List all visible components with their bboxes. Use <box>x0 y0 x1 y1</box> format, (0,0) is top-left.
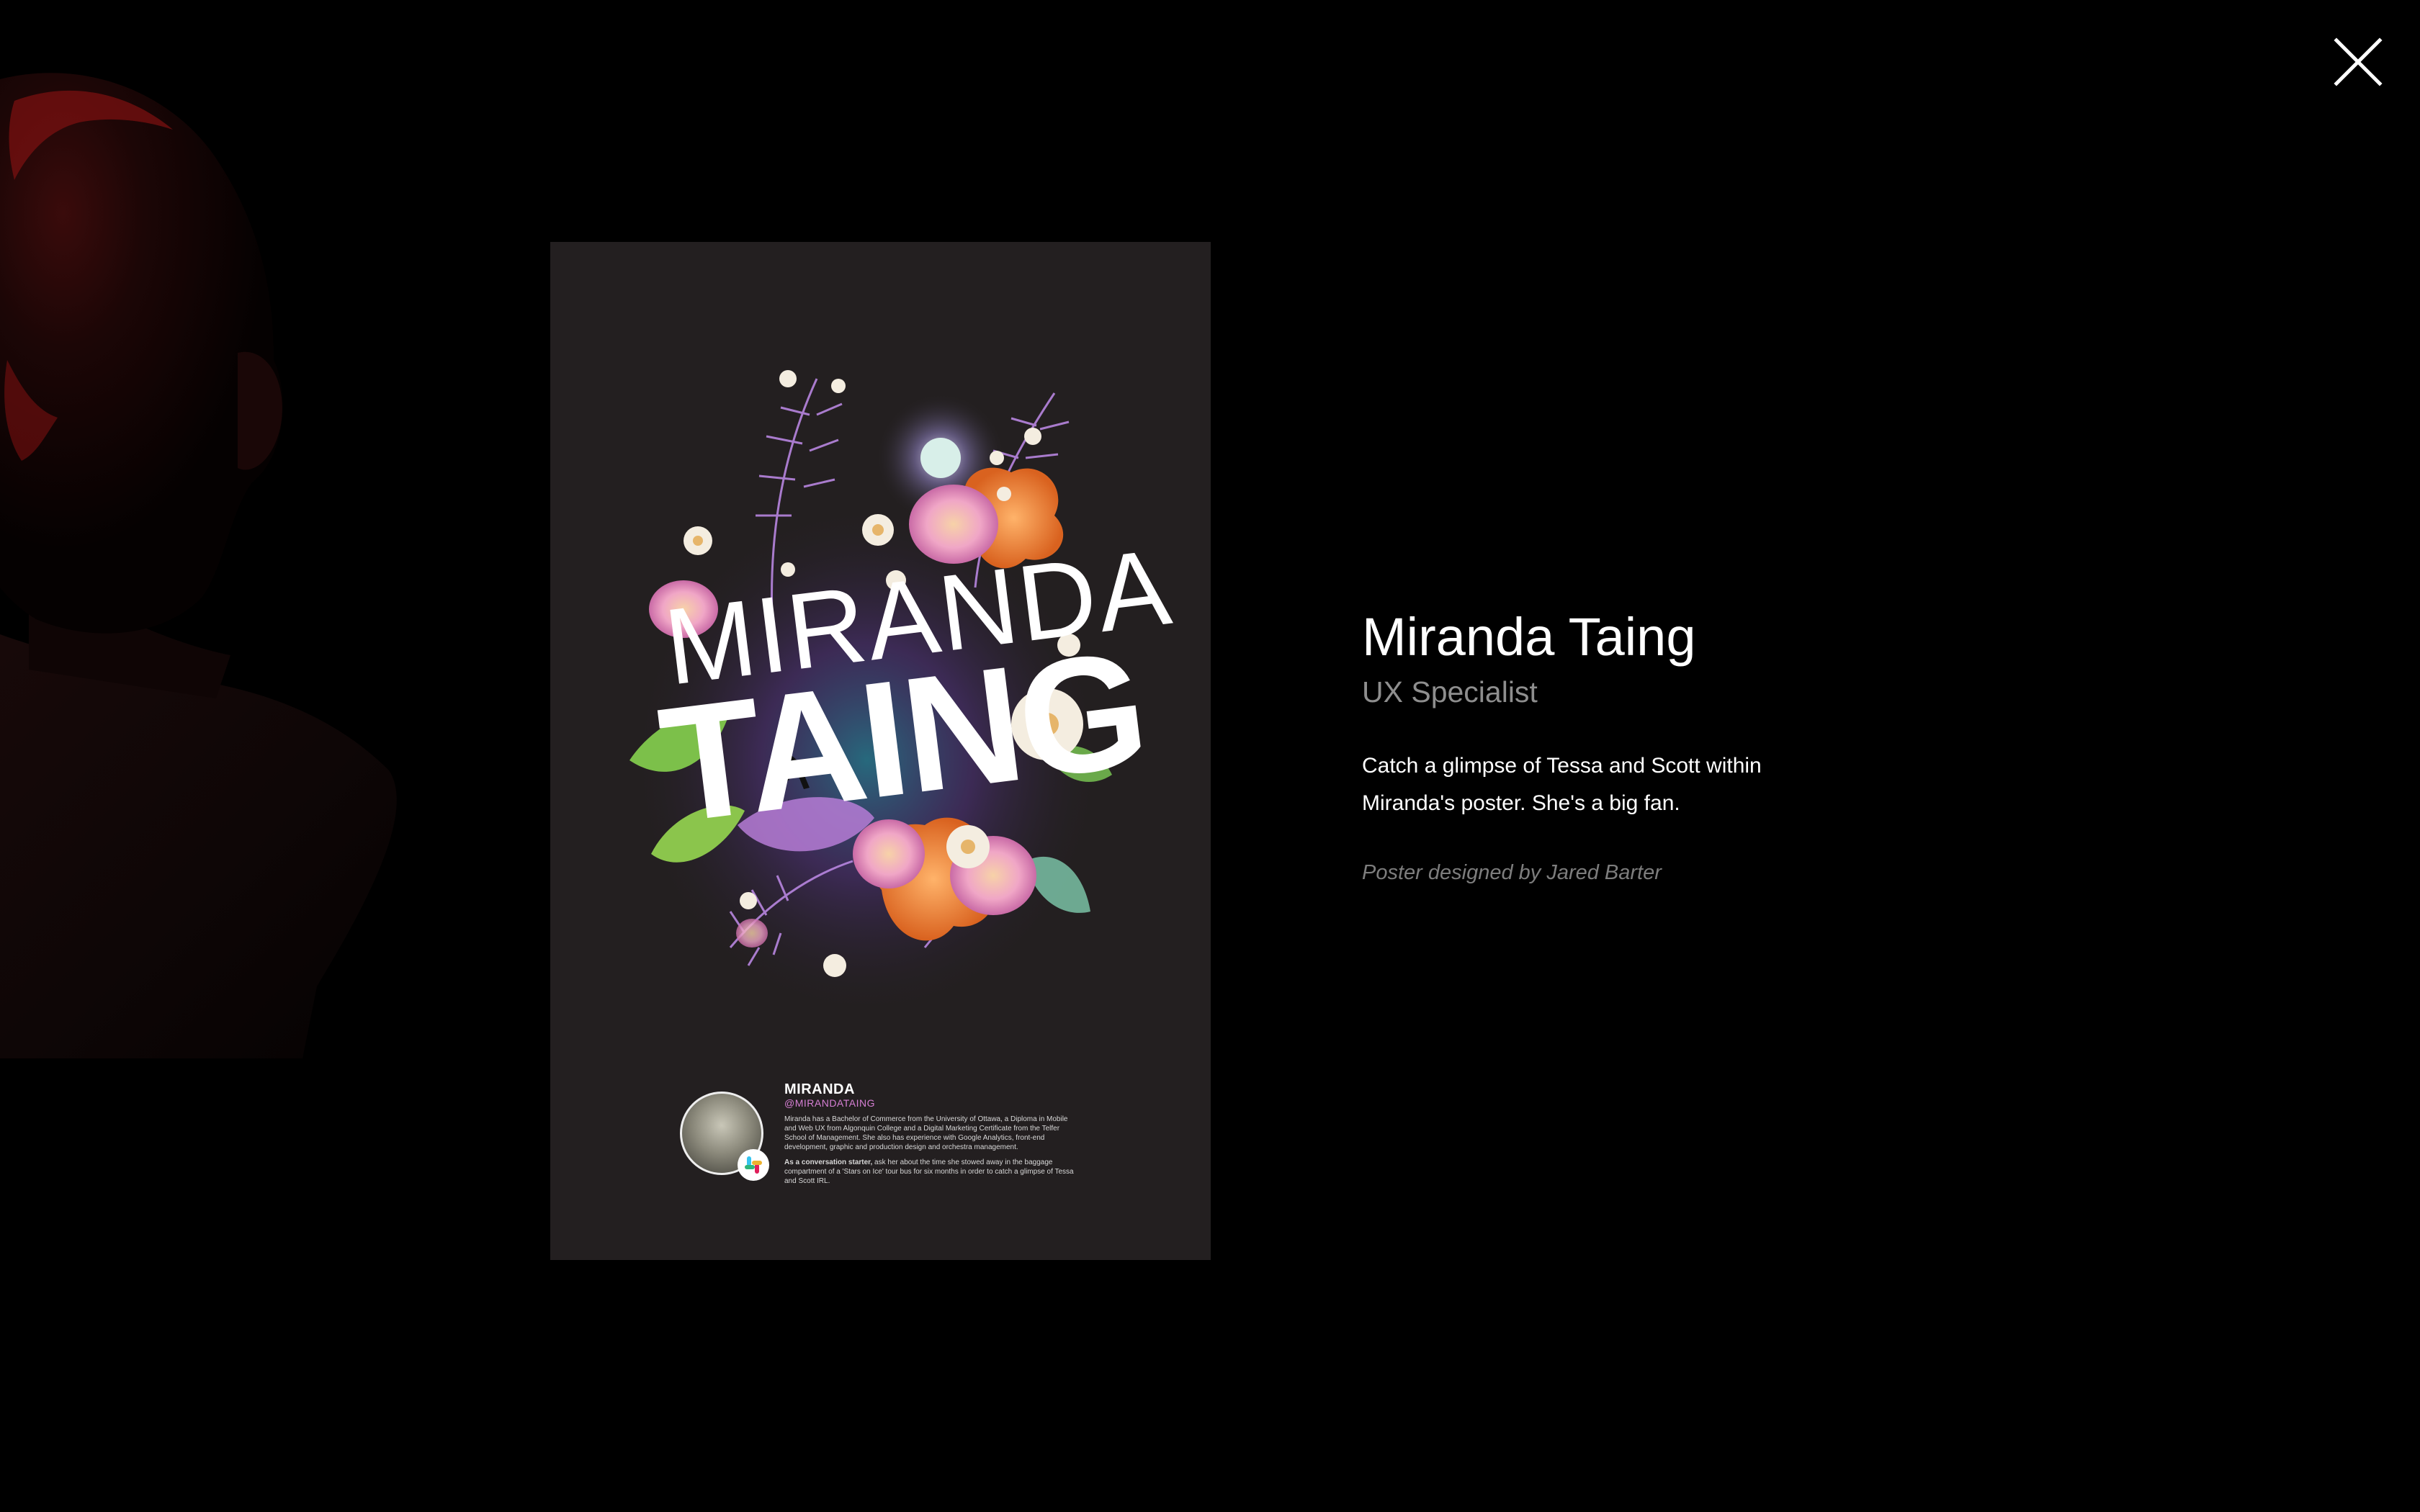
poster-credit: Poster designed by Jared Barter <box>1362 861 1662 884</box>
profile-name: Miranda Taing <box>1362 607 1696 667</box>
poster-bio-name: MIRANDA <box>784 1081 855 1097</box>
close-button[interactable] <box>2331 35 2385 89</box>
background-bust-image <box>0 73 397 1058</box>
poster-image: MIRANDA TAING MIRANDA @MIRANDATAING Mira… <box>550 242 1211 1260</box>
poster-bio-text: Miranda has a Bachelor of Commerce from … <box>784 1115 1080 1192</box>
poster-bio-block: MIRANDA @MIRANDATAING Miranda has a Bach… <box>680 1056 1112 1185</box>
slack-icon <box>738 1149 769 1181</box>
poster-bio-lead: As a conversation starter, <box>784 1158 873 1166</box>
team-member-modal: MIRANDA TAING MIRANDA @MIRANDATAING Mira… <box>0 0 2420 1512</box>
poster-bio-paragraph: As a conversation starter, ask her about… <box>784 1158 1080 1186</box>
poster-bio-paragraph: Miranda has a Bachelor of Commerce from … <box>784 1115 1068 1151</box>
close-icon <box>2334 37 2383 86</box>
profile-role: UX Specialist <box>1362 675 1538 708</box>
profile-info: Miranda Taing UX Specialist Catch a glim… <box>1362 605 1866 887</box>
profile-description: Catch a glimpse of Tessa and Scott withi… <box>1362 754 1762 815</box>
poster-bio-handle: @MIRANDATAING <box>784 1097 875 1109</box>
